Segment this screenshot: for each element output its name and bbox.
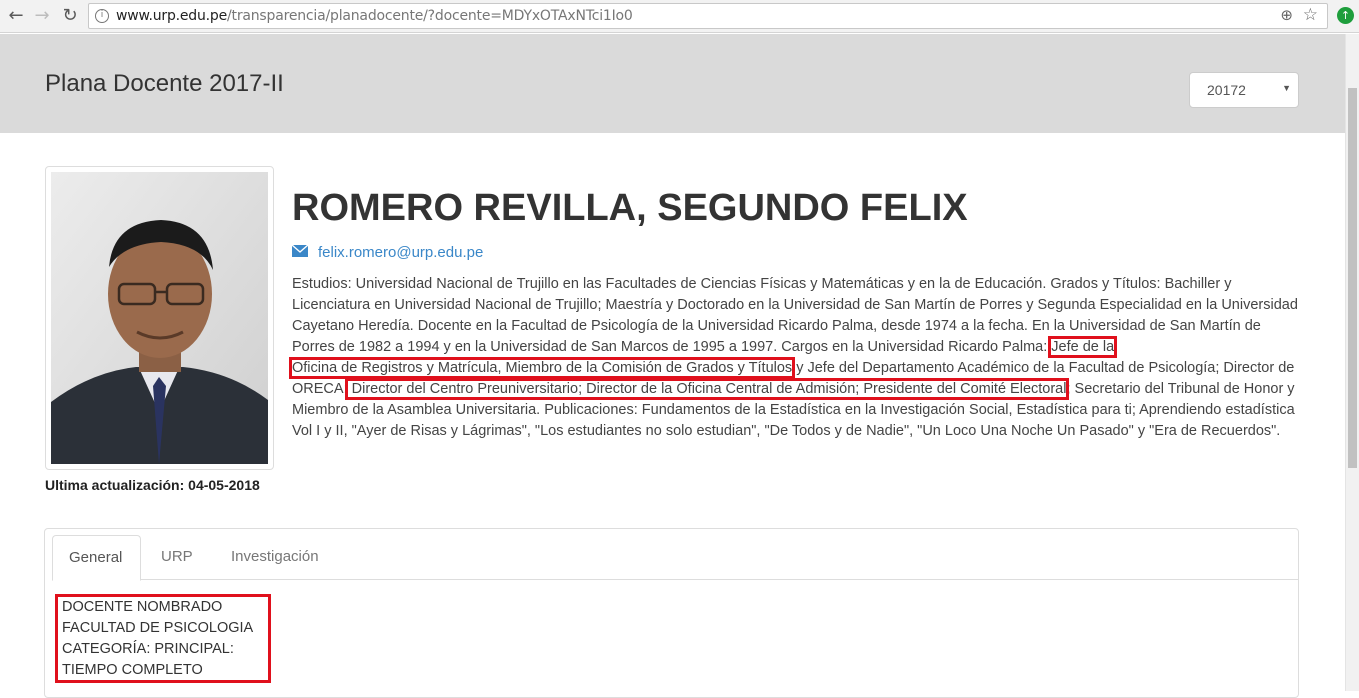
- bio-highlight-2: Director del Centro Preuniversitario; Di…: [344, 378, 1070, 400]
- info-icon[interactable]: i: [95, 9, 109, 23]
- page-scrollbar[interactable]: [1345, 34, 1359, 691]
- bio-highlight-1a: Jefe de la: [1048, 336, 1118, 358]
- bookmark-star-icon[interactable]: ☆: [1303, 5, 1318, 25]
- content-line: TIEMPO COMPLETO: [62, 662, 203, 678]
- last-updated: Ultima actualización: 04-05-2018: [45, 477, 260, 493]
- url-path: /transparencia/planadocente/?docente=MDY…: [227, 8, 633, 24]
- tab-urp[interactable]: URP: [145, 535, 209, 580]
- last-updated-date: 04-05-2018: [188, 477, 260, 493]
- zoom-icon[interactable]: ⊕: [1280, 6, 1293, 24]
- period-select-value: 20172: [1207, 82, 1246, 98]
- bio-highlight-1b: Oficina de Registros y Matrícula, Miembr…: [288, 357, 796, 379]
- scrollbar-thumb[interactable]: [1348, 88, 1357, 468]
- email-link[interactable]: felix.romero@urp.edu.pe: [318, 244, 483, 261]
- profile-photo-frame: [45, 166, 274, 470]
- browser-toolbar: ← → ↻ i www.urp.edu.pe/transparencia/pla…: [0, 0, 1359, 33]
- general-tab-content: DOCENTE NOMBRADO FACULTAD DE PSICOLOGIA …: [62, 597, 253, 681]
- last-updated-label: Ultima actualización:: [45, 477, 185, 493]
- url-text[interactable]: www.urp.edu.pe/transparencia/planadocent…: [116, 8, 633, 24]
- biography: Estudios: Universidad Nacional de Trujil…: [288, 274, 1302, 442]
- bio-text-1: Estudios: Universidad Nacional de Trujil…: [292, 276, 1298, 355]
- profile-photo: [51, 172, 268, 464]
- content-line: FACULTAD DE PSICOLOGIA: [62, 620, 254, 636]
- url-host: www.urp.edu.pe: [116, 8, 228, 24]
- envelope-icon: [292, 245, 308, 257]
- extension-update-icon[interactable]: ↑: [1337, 7, 1354, 24]
- forward-arrow-icon[interactable]: →: [31, 5, 53, 27]
- back-arrow-icon[interactable]: ←: [5, 5, 27, 27]
- tab-bar: General URP Investigación: [52, 535, 1298, 581]
- address-bar[interactable]: i www.urp.edu.pe/transparencia/planadoce…: [88, 3, 1328, 29]
- teacher-name: ROMERO REVILLA, SEGUNDO FELIX: [292, 187, 968, 229]
- content-line: DOCENTE NOMBRADO: [62, 599, 223, 615]
- period-select[interactable]: 20172 ▼: [1189, 72, 1299, 108]
- page-title: Plana Docente 2017-II: [45, 70, 284, 97]
- reload-icon[interactable]: ↻: [59, 5, 81, 27]
- tab-investigacion[interactable]: Investigación: [215, 535, 335, 580]
- content-line: CATEGORÍA: PRINCIPAL:: [62, 641, 234, 657]
- tab-general[interactable]: General: [52, 535, 141, 581]
- chevron-down-icon: ▼: [1282, 83, 1291, 93]
